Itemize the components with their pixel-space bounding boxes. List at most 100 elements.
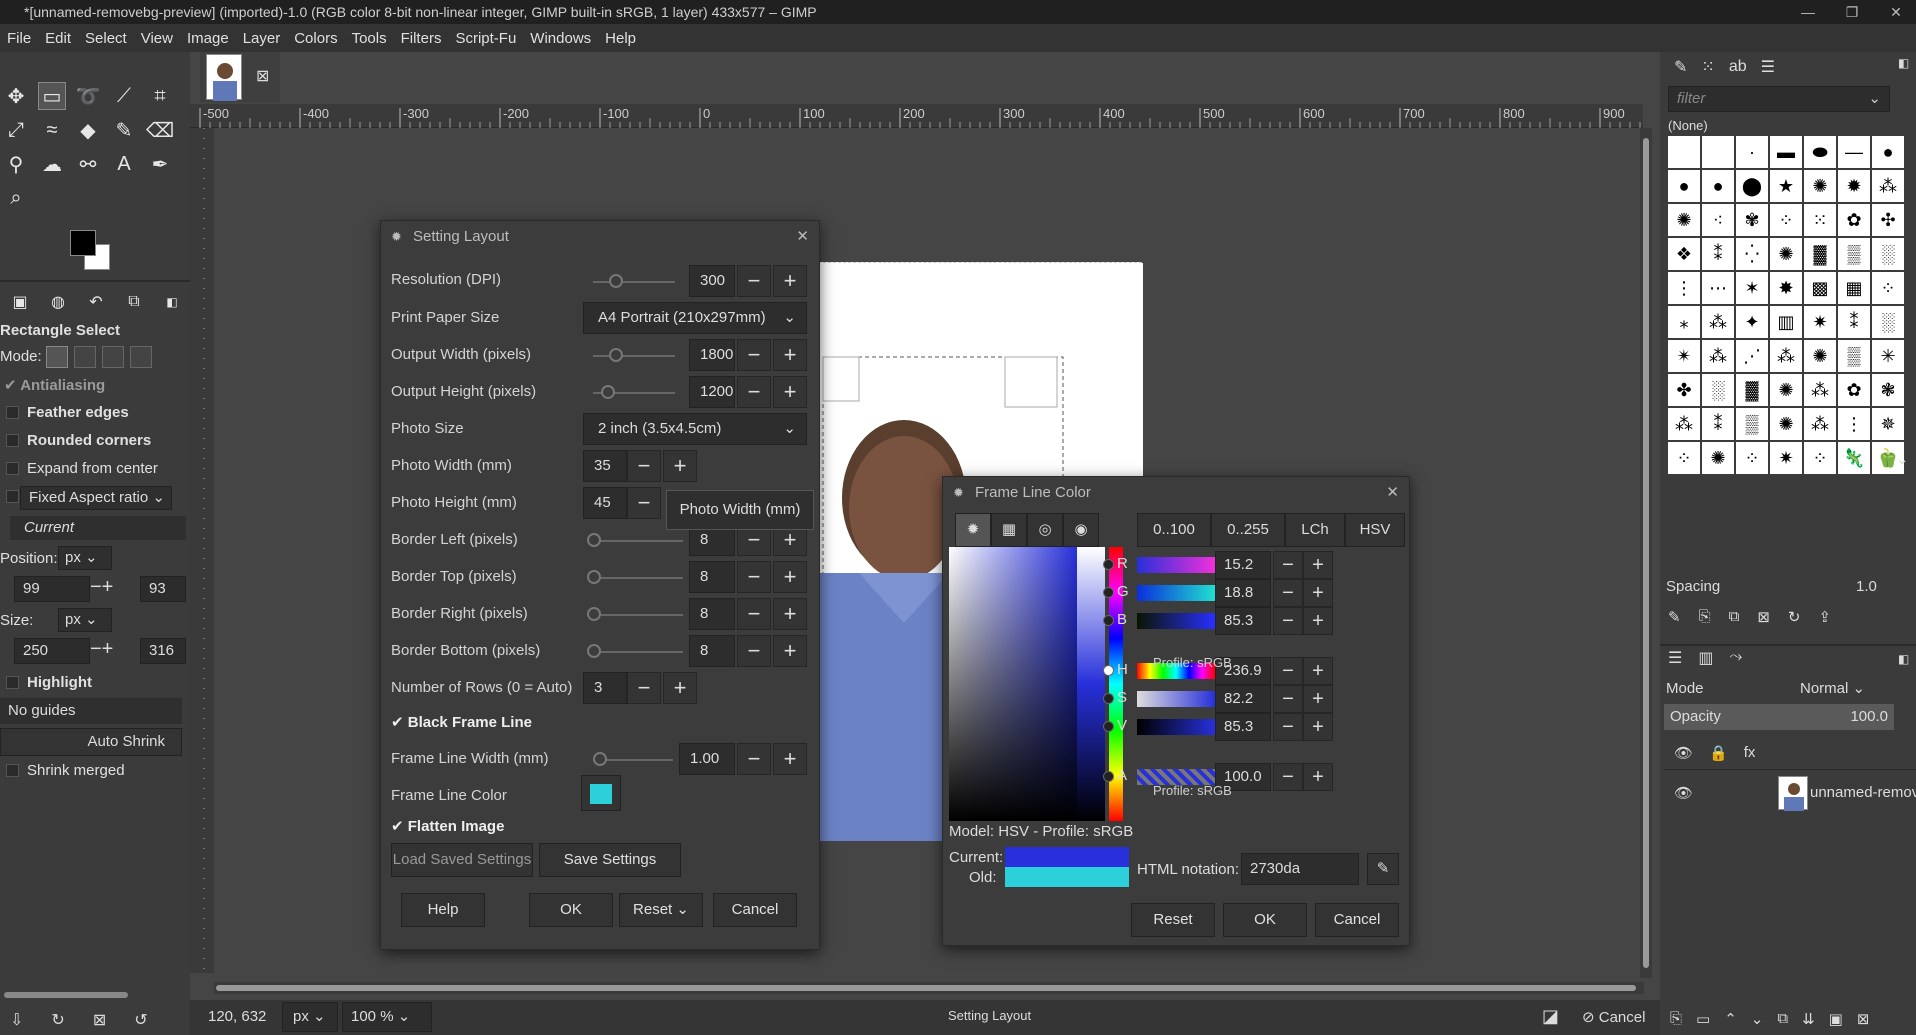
channel-minus[interactable]: − <box>1273 607 1303 635</box>
channels-tab-icon[interactable]: ▥ <box>1698 648 1713 668</box>
brush-cell[interactable]: ⬬ <box>1804 136 1836 168</box>
menu-image[interactable]: Image <box>180 30 236 47</box>
patterns-tab-icon[interactable]: ⁙ <box>1701 57 1714 77</box>
edit-brush-icon[interactable]: ✎ <box>1668 608 1681 626</box>
rows-input[interactable]: 3 <box>583 672 627 704</box>
brush-cell[interactable]: ░ <box>1872 306 1904 338</box>
size-w-stepper[interactable]: −+ <box>90 638 113 661</box>
eraser-icon[interactable]: ⌫ <box>146 116 174 144</box>
position-x-stepper[interactable]: −+ <box>90 576 113 599</box>
channel-slider[interactable] <box>1137 585 1215 601</box>
channel-slider[interactable] <box>1137 557 1215 573</box>
brush-cell[interactable]: ⋮ <box>1838 408 1870 440</box>
output-height-input[interactable]: 1200 <box>689 376 735 408</box>
configure-tab-icon[interactable]: ◧ <box>1898 56 1909 70</box>
unit-combo[interactable]: px ⌄ <box>282 1002 338 1032</box>
output-width-plus[interactable]: + <box>773 339 807 371</box>
size-unit-combo[interactable]: px ⌄ <box>58 608 112 632</box>
brush-cell[interactable]: ▒ <box>1838 238 1870 270</box>
brush-cell[interactable]: ⁎ <box>1668 306 1700 338</box>
brush-cell[interactable]: ▬ <box>1770 136 1802 168</box>
brush-cell[interactable]: ✷ <box>1770 442 1802 474</box>
border-right-slider[interactable] <box>593 614 683 616</box>
antialiasing-checkbox[interactable]: ✔ Antialiasing <box>4 376 105 394</box>
channel-plus[interactable]: + <box>1303 657 1333 685</box>
channel-plus[interactable]: + <box>1303 551 1333 579</box>
undo-history-tab-icon[interactable]: ↶ <box>82 288 110 316</box>
configure-tab-icon[interactable]: ◧ <box>158 288 186 316</box>
color-cancel-button[interactable]: Cancel <box>1315 903 1399 937</box>
highlight-checkbox[interactable]: Highlight <box>6 674 92 691</box>
cmyk-selector-icon[interactable]: ▦ <box>991 513 1027 547</box>
toolbox-scrollbar[interactable] <box>4 992 128 998</box>
brush-cell[interactable]: ▥ <box>1770 306 1802 338</box>
chevron-down-icon[interactable]: ⌄ <box>1896 450 1909 468</box>
tab-lch[interactable]: LCh <box>1285 513 1345 547</box>
tab-hsv[interactable]: HSV <box>1345 513 1405 547</box>
refresh-brush-icon[interactable]: ↻ <box>1788 608 1801 626</box>
rect-select-tool-icon[interactable]: ▭ <box>38 82 66 110</box>
document-history-tab-icon[interactable]: ☰ <box>1761 57 1775 77</box>
frame-width-knob[interactable] <box>593 752 607 766</box>
save-options-icon[interactable]: ⇩ <box>10 1010 23 1030</box>
channel-minus[interactable]: − <box>1273 551 1303 579</box>
brush-cell[interactable]: ⁑ <box>1702 408 1734 440</box>
brush-cell[interactable]: · <box>1736 136 1768 168</box>
channel-value[interactable]: 82.2 <box>1215 685 1271 713</box>
zoom-tool-icon[interactable]: ⌕ <box>2 184 30 212</box>
brush-cell[interactable]: ✳ <box>1872 340 1904 372</box>
fuzzy-select-icon[interactable]: ⟋ <box>110 82 138 110</box>
new-layer-icon[interactable]: ⎘ <box>1670 1010 1682 1028</box>
menu-layer[interactable]: Layer <box>236 30 288 47</box>
border-right-input[interactable]: 8 <box>689 598 735 630</box>
configure-tab-icon[interactable]: ◧ <box>1898 652 1909 666</box>
eyedropper-icon[interactable]: ✎ <box>1367 853 1399 885</box>
border-top-plus[interactable]: + <box>773 561 807 593</box>
brush-cell[interactable]: ✺ <box>1702 442 1734 474</box>
brush-cell[interactable]: ● <box>1872 136 1904 168</box>
brush-cell[interactable]: ⁂ <box>1804 408 1836 440</box>
channel-value[interactable]: 15.2 <box>1215 551 1271 579</box>
fixed-aspect-combo[interactable]: Fixed Aspect ratio ⌄ <box>20 486 172 510</box>
crop-tool-icon[interactable]: ⌗ <box>146 82 174 110</box>
mode-intersect-button[interactable] <box>130 346 152 368</box>
border-bottom-minus[interactable]: − <box>737 635 771 667</box>
lasso-tool-icon[interactable]: ➰ <box>74 82 102 110</box>
output-width-input[interactable]: 1800 <box>689 339 735 371</box>
channel-radio[interactable] <box>1103 693 1114 704</box>
brush-cell[interactable]: ✾ <box>1736 204 1768 236</box>
frame-width-minus[interactable]: − <box>737 743 771 775</box>
brush-cell[interactable]: — <box>1838 136 1870 168</box>
color-reset-button[interactable]: Reset <box>1131 903 1215 937</box>
border-bottom-knob[interactable] <box>587 644 601 658</box>
brush-cell[interactable]: ⁂ <box>1702 306 1734 338</box>
size-w-input[interactable]: 250 <box>14 638 90 664</box>
brush-cell[interactable]: ✺ <box>1770 374 1802 406</box>
raise-layer-icon[interactable]: ⌃ <box>1724 1010 1737 1028</box>
border-bottom-slider[interactable] <box>593 651 683 653</box>
brush-cell[interactable]: ▓ <box>1804 238 1836 270</box>
new-brush-icon[interactable]: ⎘ <box>1699 608 1711 626</box>
brush-cell[interactable]: ⁑ <box>1702 238 1734 270</box>
brush-cell[interactable]: ⁘ <box>1736 442 1768 474</box>
brush-cell[interactable]: ⁖ <box>1702 204 1734 236</box>
brush-cell[interactable]: ⁂ <box>1668 408 1700 440</box>
brush-cell[interactable]: ⁛ <box>1736 238 1768 270</box>
move-tool-icon[interactable]: ✥ <box>2 82 30 110</box>
channel-plus[interactable]: + <box>1303 713 1333 741</box>
border-top-minus[interactable]: − <box>737 561 771 593</box>
brush-cell[interactable]: ✦ <box>1736 306 1768 338</box>
brush-cell[interactable]: ✴ <box>1668 340 1700 372</box>
channel-minus[interactable]: − <box>1273 763 1303 791</box>
position-y-input[interactable]: 93 <box>140 576 186 602</box>
eye-icon[interactable]: 👁 <box>1674 784 1693 802</box>
bucket-fill-icon[interactable]: ◆ <box>74 116 102 144</box>
border-left-slider[interactable] <box>593 540 683 542</box>
layer-row[interactable]: 👁 unnamed-remov <box>1664 772 1916 814</box>
tab-0-255[interactable]: 0..255 <box>1211 513 1285 547</box>
output-width-minus[interactable]: − <box>737 339 771 371</box>
border-bottom-plus[interactable]: + <box>773 635 807 667</box>
duplicate-brush-icon[interactable]: ⧉ <box>1729 608 1740 626</box>
frame-width-input[interactable]: 1.00 <box>679 743 735 775</box>
channel-slider[interactable] <box>1137 719 1215 735</box>
